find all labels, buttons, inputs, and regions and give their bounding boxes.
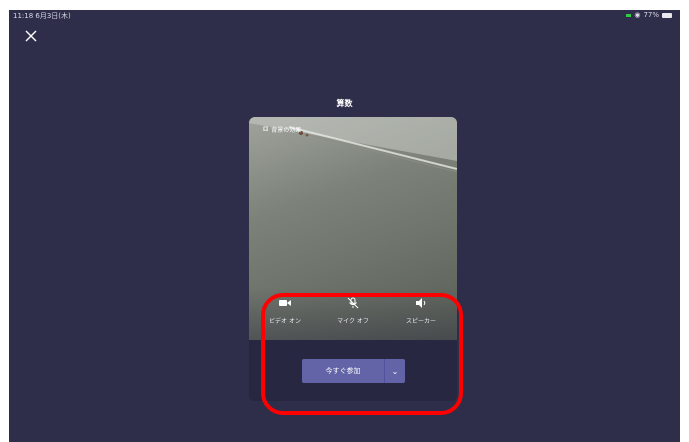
meeting-title: 算数 (336, 99, 353, 108)
background-effects-label: 背景の効果 (271, 127, 302, 134)
wifi-icon: ◉ (634, 11, 641, 19)
annotation-highlight (261, 293, 463, 415)
battery-percent: 77% (643, 11, 659, 19)
status-bar: 11:18 6月3日(木) ◉ 77% (9, 10, 680, 22)
status-time-date: 11:18 6月3日(木) (13, 12, 71, 20)
background-effects-icon: ⚃ (263, 126, 269, 133)
close-icon[interactable] (24, 29, 38, 43)
recording-indicator-icon (626, 13, 632, 17)
meeting-prejoin-screen: 11:18 6月3日(木) ◉ 77% 算数 ⚃ 背景の効果 ビデオ オン マイ… (9, 10, 680, 442)
background-effects-button[interactable]: ⚃ 背景の効果 (263, 125, 301, 134)
status-indicators: ◉ 77% (626, 11, 672, 19)
battery-icon (662, 12, 672, 18)
